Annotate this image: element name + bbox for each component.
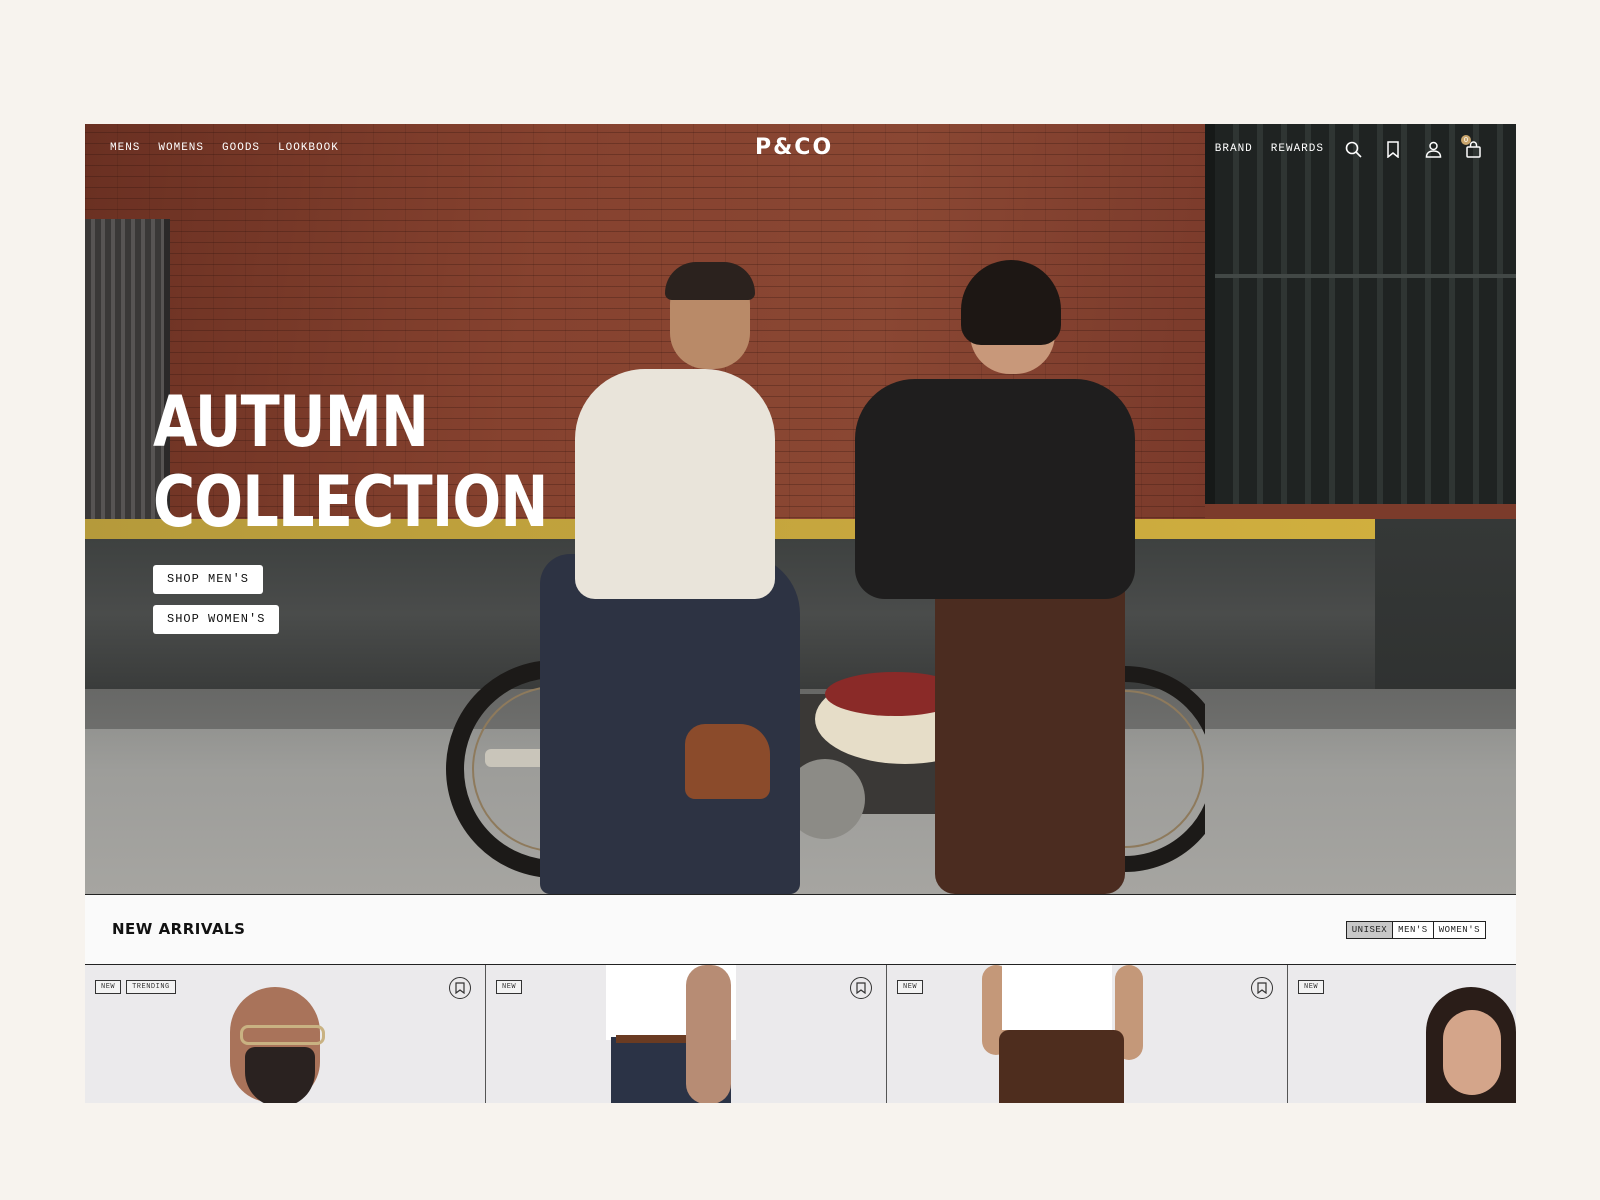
product-card[interactable]: NEW TRENDING [85, 965, 486, 1103]
product-photo-top [1002, 965, 1112, 1030]
tag-trending: TRENDING [126, 980, 176, 994]
hero-title-line-1: AUTUMN [153, 381, 429, 463]
secondary-nav: BRAND REWARDS 0 [1215, 135, 1484, 160]
model-man-shirt [575, 369, 775, 599]
new-arrivals-title: NEW ARRIVALS [112, 920, 246, 938]
shop-mens-button[interactable]: SHOP MEN'S [153, 565, 264, 594]
new-arrivals-header: NEW ARRIVALS UNISEX MEN'S WOMEN'S [85, 894, 1516, 964]
nav-link-womens[interactable]: WOMENS [158, 142, 204, 154]
nav-link-lookbook[interactable]: LOOKBOOK [278, 142, 339, 154]
save-bookmark-icon[interactable] [1251, 977, 1273, 999]
model-man-boot [685, 724, 770, 799]
filter-unisex[interactable]: UNISEX [1346, 922, 1394, 938]
bookmark-icon[interactable] [1382, 138, 1404, 160]
site-header: MENS WOMENS GOODS LOOKBOOK P&CO BRAND RE… [85, 124, 1516, 174]
save-bookmark-icon[interactable] [850, 977, 872, 999]
product-tags: NEW [1298, 980, 1325, 994]
filter-mens[interactable]: MEN'S [1393, 922, 1434, 938]
brand-logo[interactable]: P&CO [755, 135, 833, 160]
model-woman-sweater [855, 379, 1135, 599]
model-man-hair [665, 262, 755, 300]
product-tags: NEW TRENDING [95, 980, 176, 994]
garage-door [1205, 124, 1516, 504]
product-card[interactable]: NEW [486, 965, 887, 1103]
cart-icon[interactable]: 0 [1461, 135, 1484, 160]
model-man-jeans [540, 554, 800, 894]
nav-link-rewards[interactable]: REWARDS [1271, 143, 1324, 155]
nav-link-mens[interactable]: MENS [110, 142, 140, 154]
product-photo-pants [999, 1030, 1124, 1103]
primary-nav: MENS WOMENS GOODS LOOKBOOK [110, 142, 339, 154]
tag-new: NEW [897, 980, 924, 994]
hero-title: AUTUMN COLLECTION [153, 382, 548, 542]
cart-count-badge: 0 [1461, 135, 1471, 145]
product-photo-glasses [240, 1025, 325, 1045]
filter-womens[interactable]: WOMEN'S [1433, 922, 1485, 938]
search-icon[interactable] [1342, 138, 1364, 160]
tag-new: NEW [496, 980, 523, 994]
product-card[interactable]: NEW [1288, 965, 1516, 1103]
product-tags: NEW [897, 980, 924, 994]
product-photo-arm [686, 965, 731, 1103]
shop-womens-button[interactable]: SHOP WOMEN'S [153, 605, 280, 634]
browser-page: MENS WOMENS GOODS LOOKBOOK P&CO BRAND RE… [85, 124, 1516, 1103]
account-icon[interactable] [1422, 138, 1444, 160]
product-photo-face [1443, 1010, 1501, 1095]
hero-banner: MENS WOMENS GOODS LOOKBOOK P&CO BRAND RE… [85, 124, 1516, 894]
product-photo-beard [245, 1047, 315, 1103]
tag-new: NEW [1298, 980, 1325, 994]
product-card[interactable]: NEW [887, 965, 1288, 1103]
product-grid: NEW TRENDING NEW NEW NEW [85, 964, 1516, 1103]
nav-link-goods[interactable]: GOODS [222, 142, 260, 154]
product-tags: NEW [496, 980, 523, 994]
tag-new: NEW [95, 980, 122, 994]
save-bookmark-icon[interactable] [449, 977, 471, 999]
gender-filter-tabs: UNISEX MEN'S WOMEN'S [1345, 921, 1486, 939]
nav-link-brand[interactable]: BRAND [1215, 143, 1253, 155]
model-woman-pants [935, 569, 1125, 894]
hero-title-line-2: COLLECTION [153, 461, 548, 543]
